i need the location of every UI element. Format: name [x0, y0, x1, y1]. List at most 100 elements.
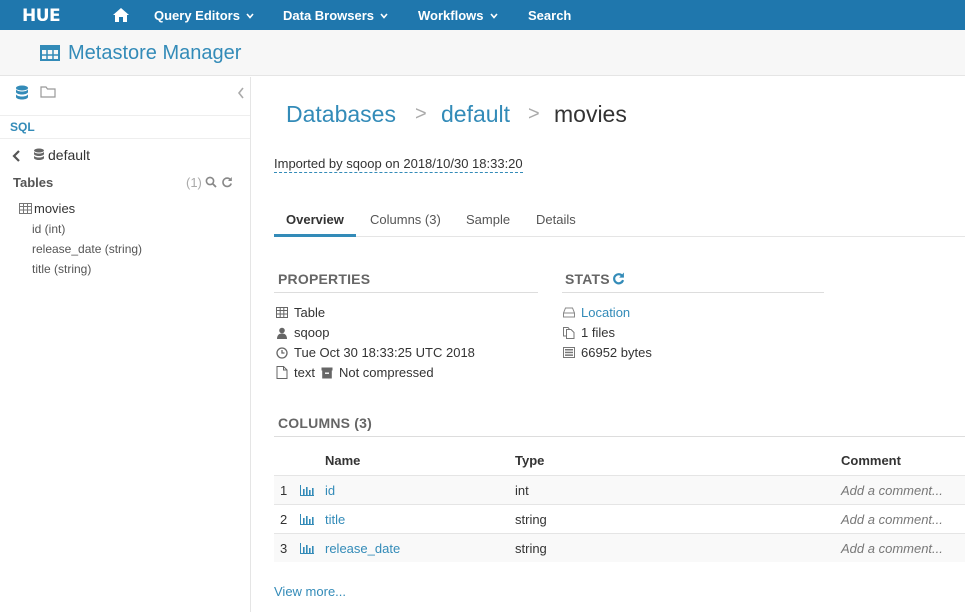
breadcrumb-table: movies — [554, 101, 627, 127]
chevron-down-icon — [489, 12, 498, 19]
nav-data-browsers[interactable]: Data Browsers — [283, 8, 388, 23]
row-number: 1 — [280, 483, 288, 498]
nav-workflows[interactable]: Workflows — [418, 8, 498, 23]
stats-title: STATS — [565, 271, 610, 287]
column-type: string — [515, 512, 547, 527]
top-nav: HUE Query Editors Data Browsers Workflow… — [0, 0, 965, 30]
table-row: 1 id int Add a comment... — [274, 475, 965, 504]
sidebar-toolbar — [0, 77, 250, 111]
breadcrumb-separator: > — [528, 103, 540, 125]
database-icon[interactable] — [15, 85, 29, 102]
active-tab-indicator — [274, 234, 356, 237]
property-created: Tue Oct 30 18:33:25 UTC 2018 — [276, 345, 475, 360]
stat-location[interactable]: Location — [563, 305, 630, 320]
files-icon — [563, 326, 575, 339]
column-type: string — [515, 541, 547, 556]
tab-bar: Overview Columns (3) Sample Details — [274, 204, 965, 237]
tasks-icon — [563, 347, 575, 358]
column-type: int — [515, 483, 529, 498]
tables-heading: Tables — [13, 175, 54, 190]
search-icon[interactable] — [205, 176, 217, 188]
sidebar-column[interactable]: title (string) — [32, 262, 91, 276]
collapse-sidebar-icon[interactable] — [237, 87, 245, 99]
user-icon — [277, 327, 287, 339]
property-format: text Not compressed — [276, 365, 434, 380]
back-icon[interactable] — [12, 150, 21, 162]
columns-divider — [274, 436, 965, 437]
stat-files: 1 files — [563, 325, 615, 340]
property-owner: sqoop — [276, 325, 329, 340]
sidebar-table-movies[interactable]: movies — [34, 201, 75, 216]
property-compression-value: Not compressed — [338, 365, 434, 380]
tab-overview[interactable]: Overview — [286, 212, 344, 227]
nav-label: Search — [528, 8, 572, 23]
table-row: 3 release_date string Add a comment... — [274, 533, 965, 562]
bar-chart-icon[interactable] — [300, 514, 314, 525]
nav-search[interactable]: Search — [528, 8, 571, 23]
property-owner-value: sqoop — [294, 325, 330, 340]
columns-title: COLUMNS (3) — [278, 415, 372, 431]
stat-files-value: 1 files — [581, 325, 615, 340]
sidebar-sql-source[interactable]: SQL — [0, 115, 250, 139]
bar-chart-icon[interactable] — [300, 485, 314, 496]
nav-query-editors[interactable]: Query Editors — [154, 8, 254, 23]
stat-size-value: 66952 bytes — [581, 345, 652, 360]
table-icon — [19, 203, 32, 214]
breadcrumb-database[interactable]: default — [441, 101, 510, 128]
properties-divider — [274, 292, 538, 293]
sql-label: SQL — [10, 120, 35, 134]
tab-sample[interactable]: Sample — [466, 212, 510, 227]
app-title: Metastore Manager — [68, 42, 242, 64]
archive-icon — [321, 367, 333, 378]
column-comment[interactable]: Add a comment... — [841, 541, 943, 556]
clock-icon — [276, 346, 288, 359]
nav-label: Query Editors — [154, 8, 240, 23]
logo-text: HUE — [22, 6, 61, 26]
column-header-name[interactable]: Name — [325, 453, 360, 468]
sidebar-column[interactable]: id (int) — [32, 222, 65, 236]
nav-label: Data Browsers — [283, 8, 375, 23]
row-number: 3 — [280, 541, 288, 556]
column-name-link[interactable]: title — [325, 512, 345, 527]
hue-logo[interactable]: HUE — [22, 6, 61, 26]
column-name-link[interactable]: release_date — [325, 541, 400, 556]
chevron-down-icon — [380, 12, 388, 19]
sidebar-database-name[interactable]: default — [48, 147, 90, 163]
sidebar: SQL default Tables (1) movies id (int) r… — [0, 77, 251, 612]
refresh-icon[interactable] — [221, 176, 233, 188]
file-icon — [276, 366, 288, 379]
tables-count: (1) — [186, 175, 202, 190]
property-type-value: Table — [294, 305, 326, 320]
folder-icon[interactable] — [40, 85, 56, 99]
row-number: 2 — [280, 512, 288, 527]
column-comment[interactable]: Add a comment... — [841, 483, 943, 498]
stat-location-link[interactable]: Location — [581, 305, 630, 320]
home-icon[interactable] — [112, 6, 130, 24]
nav-label: Workflows — [418, 8, 484, 23]
imported-info[interactable]: Imported by sqoop on 2018/10/30 18:33:20 — [274, 156, 523, 173]
properties-title: PROPERTIES — [278, 271, 371, 287]
breadcrumb-separator: > — [415, 103, 427, 125]
stat-size: 66952 bytes — [563, 345, 652, 360]
tab-divider — [274, 236, 965, 237]
refresh-icon[interactable] — [612, 272, 625, 285]
tab-details[interactable]: Details — [536, 212, 576, 227]
property-created-value: Tue Oct 30 18:33:25 UTC 2018 — [294, 345, 475, 360]
tab-columns[interactable]: Columns (3) — [370, 212, 441, 227]
column-name-link[interactable]: id — [325, 483, 335, 498]
column-header-type[interactable]: Type — [515, 453, 544, 468]
property-format-value: text — [294, 365, 315, 380]
database-icon — [34, 148, 44, 160]
column-comment[interactable]: Add a comment... — [841, 512, 943, 527]
sidebar-column[interactable]: release_date (string) — [32, 242, 142, 256]
table-row: 2 title string Add a comment... — [274, 504, 965, 533]
column-header-comment[interactable]: Comment — [841, 453, 901, 468]
breadcrumb-databases[interactable]: Databases — [286, 101, 396, 128]
view-more-link[interactable]: View more... — [274, 584, 346, 599]
stats-divider — [562, 292, 824, 293]
table-icon — [40, 45, 60, 61]
bar-chart-icon[interactable] — [300, 543, 314, 554]
table-icon — [276, 307, 288, 318]
hdd-icon — [563, 307, 575, 318]
chevron-down-icon — [246, 12, 254, 19]
